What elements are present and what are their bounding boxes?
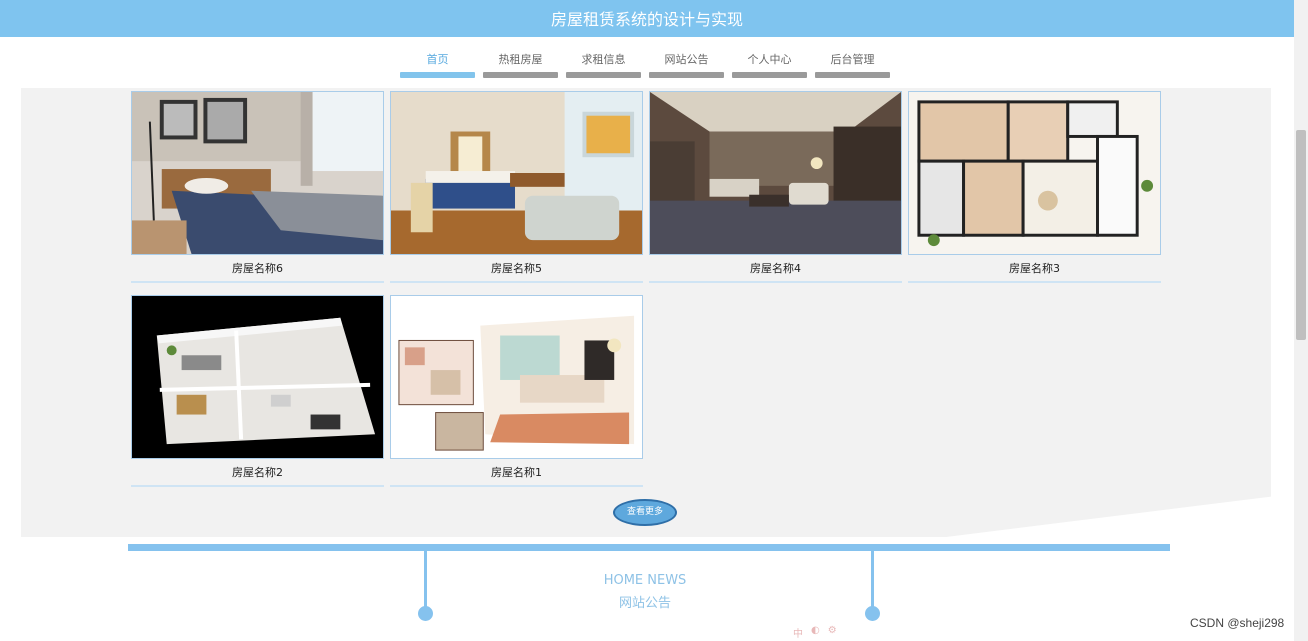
house-name: 房屋名称4 [649,255,902,283]
nav-admin-label: 后台管理 [830,53,875,66]
nav-home-label: 首页 [426,53,449,66]
ime-toolbar: 中 ◐ ⚙ [793,625,837,640]
scrollbar-thumb[interactable] [1296,130,1306,340]
page: 房屋租赁系统的设计与实现 首页 热租房屋 求租信息 网站公告 个人中心 后台管理 [0,0,1308,641]
nav-home[interactable]: 首页 [400,50,475,78]
view-more-button[interactable]: 查看更多 [613,499,677,526]
house-name: 房屋名称2 [131,459,384,487]
nav-admin[interactable]: 后台管理 [815,50,890,78]
house-image-interior-sketch[interactable] [390,295,643,459]
ime-settings-icon: ⚙ [827,625,837,636]
house-name: 房屋名称1 [390,459,643,487]
house-card[interactable]: 房屋名称5 [390,91,643,283]
nav-home-bar [400,72,475,78]
news-stem-left [424,551,427,608]
news-divider [128,544,1170,551]
house-image-3d-floor-plan[interactable] [131,295,384,459]
house-name: 房屋名称5 [390,255,643,283]
site-title: 房屋租赁系统的设计与实现 [550,10,743,29]
nav-rental-requests-label: 求租信息 [581,53,626,66]
news-title-zh: 网站公告 [618,596,671,611]
house-card[interactable]: 房屋名称1 [390,295,643,487]
nav-user-center-label: 个人中心 [747,53,792,66]
house-image-hotel-room[interactable] [390,91,643,255]
news-stem-right [871,551,874,608]
ime-punctuation-icon: ◐ [811,625,820,636]
house-card[interactable]: 房屋名称6 [131,91,384,283]
house-card[interactable]: 房屋名称3 [908,91,1161,283]
house-card[interactable]: 房屋名称2 [131,295,384,487]
house-name: 房屋名称6 [131,255,384,283]
ime-mode-icon: 中 [793,629,803,640]
nav-admin-bar [815,72,890,78]
site-header: 房屋租赁系统的设计与实现 [0,0,1294,37]
house-card[interactable]: 房屋名称4 [649,91,902,283]
watermark: CSDN @sheji298 [1190,616,1285,630]
nav-rental-requests[interactable]: 求租信息 [566,50,641,78]
nav-hot-rentals[interactable]: 热租房屋 [483,50,558,78]
page-scrollbar[interactable] [1294,0,1308,641]
main-nav: 首页 热租房屋 求租信息 网站公告 个人中心 后台管理 [400,50,890,78]
house-image-bedroom[interactable] [131,91,384,255]
news-dot-left [418,606,433,621]
nav-user-center[interactable]: 个人中心 [732,50,807,78]
house-name: 房屋名称3 [908,255,1161,283]
nav-announcements[interactable]: 网站公告 [649,50,724,78]
house-image-living-room[interactable] [649,91,902,255]
news-dot-right [865,606,880,621]
nav-announcements-bar [649,72,724,78]
nav-hot-rentals-bar [483,72,558,78]
nav-announcements-label: 网站公告 [664,53,709,66]
news-title-en: HOME NEWS [603,573,687,588]
nav-user-center-bar [732,72,807,78]
nav-hot-rentals-label: 热租房屋 [498,53,543,66]
house-image-floor-plan[interactable] [908,91,1161,255]
nav-rental-requests-bar [566,72,641,78]
